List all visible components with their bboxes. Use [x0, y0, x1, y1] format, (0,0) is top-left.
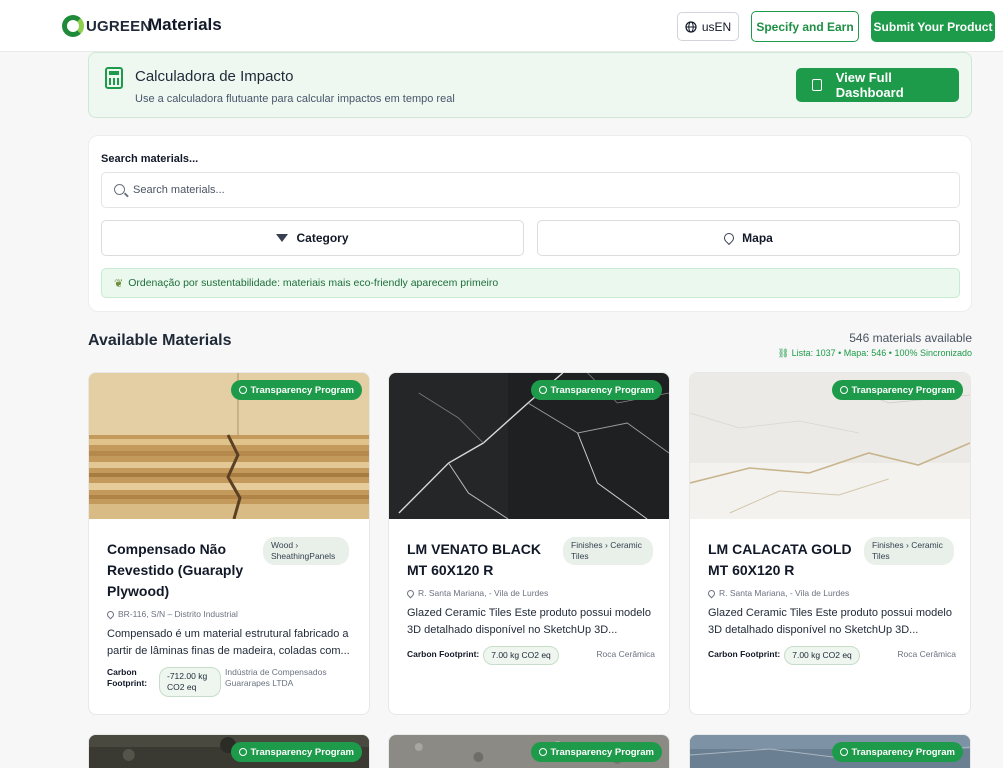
ugreen-logo[interactable]: UGREEN: [62, 14, 151, 38]
location-text: R. Santa Mariana, - Vila de Lurdes: [418, 588, 549, 598]
carbon-footprint-row: Carbon Footprint: 7.00 kg CO2 eq Roca Ce…: [407, 646, 655, 665]
check-circle-icon: [839, 386, 848, 394]
category-filter-button[interactable]: Category: [101, 220, 524, 256]
carbon-footprint-row: Carbon Footprint: -712.00 kg CO2 eq Indú…: [107, 667, 355, 697]
material-card[interactable]: Transparency Program LM CALACATA GOLD MT…: [689, 372, 971, 715]
eco-sort-notice: ❦ Ordenação por sustentabilidade: materi…: [101, 268, 960, 298]
transparency-program-badge: Transparency Program: [831, 742, 963, 762]
search-panel: Search materials... Category Mapa ❦ Orde…: [88, 135, 972, 312]
material-location: BR-116, S/N – Distrito Industrial: [105, 609, 238, 619]
available-materials-heading: Available Materials: [88, 332, 232, 349]
view-dashboard-label: View Full Dashboard: [835, 70, 904, 100]
material-description: Glazed Ceramic Tiles Este produto possui…: [708, 607, 952, 636]
location-pin-icon: [105, 609, 116, 619]
page-title: Materials: [148, 15, 222, 34]
badge-label: Transparency Program: [550, 384, 655, 396]
filter-icon: [276, 234, 289, 242]
language-button[interactable]: usEN: [677, 12, 739, 41]
material-card[interactable]: Transparency Program Compensado Não Reve…: [88, 372, 370, 715]
carbon-footprint-value: -712.00 kg CO2 eq: [159, 667, 221, 697]
category-tag: Wood › SheathingPanels: [263, 537, 349, 565]
check-circle-icon: [238, 386, 247, 394]
globe-icon: [685, 20, 697, 33]
carbon-footprint-value: 7.00 kg CO2 eq: [784, 646, 860, 665]
badge-label: Transparency Program: [851, 746, 956, 758]
material-card[interactable]: Transparency Program: [88, 734, 370, 768]
material-location: R. Santa Mariana, - Vila de Lurdes: [405, 588, 549, 598]
materials-count: 546 materials available: [849, 331, 972, 345]
material-title[interactable]: LM VENATO BLACK MT 60X120 R: [407, 539, 557, 581]
badge-label: Transparency Program: [851, 384, 956, 396]
search-icon: [114, 184, 125, 195]
material-card[interactable]: Transparency Program: [388, 734, 670, 768]
carbon-footprint-value: 7.00 kg CO2 eq: [483, 646, 559, 665]
transparency-program-badge: Transparency Program: [230, 742, 362, 762]
sprout-icon: ❦: [114, 277, 124, 290]
check-circle-icon: [839, 748, 848, 756]
material-title[interactable]: Compensado Não Revestido (Guaraply Plywo…: [107, 539, 257, 602]
transparency-program-badge: Transparency Program: [530, 742, 662, 762]
transparency-program-badge: Transparency Program: [230, 380, 362, 400]
location-pin-icon: [706, 588, 717, 598]
specify-and-earn-button[interactable]: Specify and Earn: [751, 11, 859, 42]
material-card[interactable]: Transparency Program: [689, 734, 971, 768]
map-pin-icon: [722, 230, 737, 246]
impact-calculator-banner: Calculadora de Impacto Use a calculadora…: [88, 52, 972, 118]
view-dashboard-button[interactable]: View Full Dashboard: [796, 68, 959, 102]
check-circle-icon: [538, 748, 547, 756]
location-pin-icon: [405, 588, 416, 598]
search-box[interactable]: [101, 172, 960, 208]
sync-text: Lista: 1037 • Mapa: 546 • 100% Sincroniz…: [791, 348, 972, 358]
material-card[interactable]: Transparency Program LM VENATO BLACK MT …: [388, 372, 670, 715]
logo-text: UGREEN: [86, 17, 152, 35]
calculator-icon: [812, 79, 822, 91]
manufacturer-name: Indústria de Compensados Guararapes LTDA: [225, 667, 327, 688]
carbon-footprint-label: Carbon Footprint:: [407, 649, 480, 659]
carbon-footprint-label: Carbon Footprint:: [107, 667, 148, 688]
search-label: Search materials...: [101, 153, 199, 165]
check-circle-icon: [538, 386, 547, 394]
ugreen-logo-icon: [62, 15, 84, 37]
badge-label: Transparency Program: [250, 384, 355, 396]
calculator-subtitle: Use a calculadora flutuante para calcula…: [135, 93, 455, 105]
transparency-program-badge: Transparency Program: [831, 380, 963, 400]
search-input[interactable]: [133, 174, 933, 206]
carbon-footprint-row: Carbon Footprint: 7.00 kg CO2 eq Roca Ce…: [708, 646, 956, 665]
category-tag: Finishes › Ceramic Tiles: [864, 537, 954, 565]
calculator-icon: [105, 67, 123, 89]
material-description: Glazed Ceramic Tiles Este produto possui…: [407, 607, 651, 636]
manufacturer-name: Roca Cerâmica: [897, 649, 956, 659]
badge-label: Transparency Program: [250, 746, 355, 758]
location-text: R. Santa Mariana, - Vila de Lurdes: [719, 588, 850, 598]
location-text: BR-116, S/N – Distrito Industrial: [118, 609, 238, 619]
link-icon: ⛓: [777, 348, 792, 358]
map-label: Mapa: [742, 231, 773, 245]
map-button[interactable]: Mapa: [537, 220, 960, 256]
material-location: R. Santa Mariana, - Vila de Lurdes: [706, 588, 850, 598]
submit-product-button[interactable]: Submit Your Product: [871, 11, 995, 42]
top-bar: UGREEN Materials usEN Specify and Earn S…: [0, 0, 1003, 52]
material-description: Compensado é um material estrutural fabr…: [107, 628, 350, 657]
transparency-program-badge: Transparency Program: [530, 380, 662, 400]
language-label: usEN: [701, 19, 732, 34]
badge-label: Transparency Program: [550, 746, 655, 758]
manufacturer-name: Roca Cerâmica: [596, 649, 655, 659]
check-circle-icon: [238, 748, 247, 756]
material-title[interactable]: LM CALACATA GOLD MT 60X120 R: [708, 539, 858, 581]
category-tag: Finishes › Ceramic Tiles: [563, 537, 653, 565]
sync-status: ⛓ Lista: 1037 • Mapa: 546 • 100% Sincron…: [778, 348, 972, 359]
calculator-title: Calculadora de Impacto: [135, 68, 294, 85]
eco-note-text: Ordenação por sustentabilidade: materiai…: [128, 277, 499, 289]
carbon-footprint-label: Carbon Footprint:: [708, 649, 781, 659]
category-label: Category: [296, 231, 349, 245]
